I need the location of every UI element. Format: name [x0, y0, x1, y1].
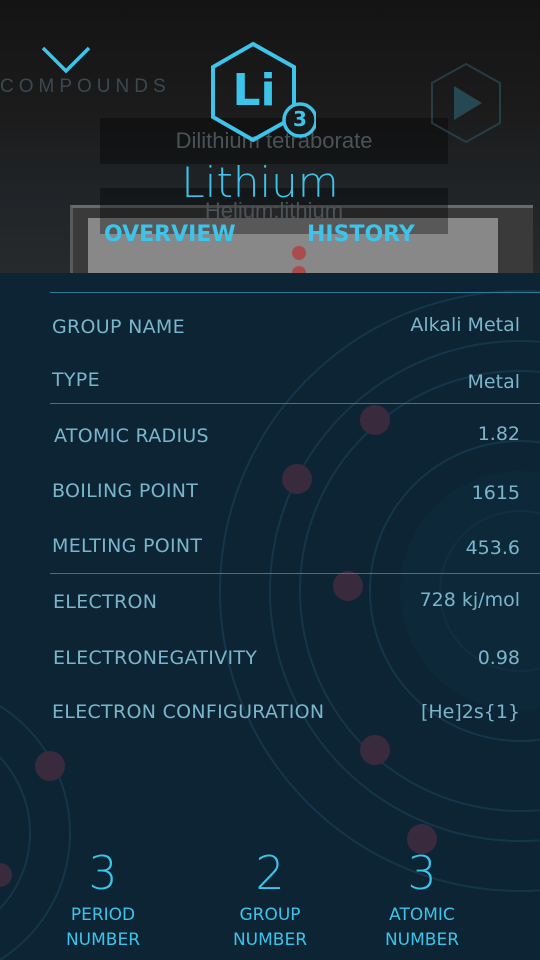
property-value: 1615 [471, 482, 520, 504]
property-label: ELECTRON CONFIGURATION [52, 701, 325, 723]
divider [50, 573, 540, 574]
property-label: TYPE [52, 369, 100, 391]
overview-panel: GROUP NAME Alkali Metal TYPE Metal ATOMI… [0, 273, 540, 960]
property-label: BOILING POINT [52, 480, 199, 502]
property-label: ELECTRONEGATIVITY [53, 647, 258, 669]
property-row: GROUP NAME Alkali Metal [52, 314, 520, 346]
property-value: Alkali Metal [410, 314, 520, 336]
property-value: 1.82 [477, 423, 520, 445]
property-label: ELECTRON [53, 591, 158, 613]
stat-value: 3 [407, 846, 437, 900]
property-label: MELTING POINT [52, 535, 203, 557]
stat-caption: PERIOD NUMBER [33, 903, 173, 953]
property-row: BOILING POINT 1615 [52, 480, 520, 510]
tab-history[interactable]: HISTORY [307, 222, 415, 247]
tab-overview[interactable]: OVERVIEW [104, 222, 236, 247]
property-value: 728 kj/mol [419, 589, 520, 611]
stat-caption: ATOMIC NUMBER [352, 903, 492, 953]
property-label: GROUP NAME [52, 316, 185, 338]
atomic-number-stat: 3 ATOMIC NUMBER [352, 845, 492, 953]
property-row: ATOMIC RADIUS 1.82 [54, 423, 520, 455]
element-symbol: Li [232, 65, 276, 116]
property-value: Metal [467, 371, 520, 393]
background-orbit-dot [292, 246, 306, 260]
stat-value: 3 [88, 846, 118, 900]
property-value: 0.98 [477, 647, 520, 669]
stat-value: 2 [255, 846, 285, 900]
property-row: ELECTRON 728 kj/mol [53, 589, 520, 621]
stat-caption: GROUP NUMBER [200, 903, 340, 953]
property-row: ELECTRONEGATIVITY 0.98 [53, 647, 520, 677]
property-row: MELTING POINT 453.6 [52, 535, 520, 565]
property-label: ATOMIC RADIUS [54, 425, 209, 447]
stat-caption-line: GROUP [239, 905, 301, 925]
property-row: TYPE Metal [52, 369, 520, 399]
stat-caption-line: NUMBER [65, 930, 141, 950]
stat-caption-line: ATOMIC [389, 905, 455, 925]
property-row: ELECTRON CONFIGURATION [He]2s{1} [52, 701, 520, 731]
background-orbit-dot [292, 266, 306, 273]
stat-caption-line: NUMBER [232, 930, 308, 950]
play-icon[interactable] [430, 62, 502, 144]
compounds-section-label: COMPOUNDS [0, 76, 171, 97]
chevron-down-icon[interactable] [40, 44, 92, 76]
stat-caption-line: NUMBER [384, 930, 460, 950]
group-number-stat: 2 GROUP NUMBER [200, 845, 340, 953]
property-value: 453.6 [465, 537, 520, 559]
element-atomic-number: 3 [293, 107, 307, 131]
stat-caption-line: PERIOD [70, 905, 136, 925]
element-name: Lithium [181, 158, 339, 207]
element-badge: Li 3 [206, 40, 316, 152]
divider [50, 292, 540, 293]
property-value: [He]2s{1} [420, 701, 520, 723]
divider [50, 403, 540, 404]
element-header: Dilithium tetraborate Helium;lithium COM… [0, 0, 540, 273]
period-number-stat: 3 PERIOD NUMBER [33, 845, 173, 953]
